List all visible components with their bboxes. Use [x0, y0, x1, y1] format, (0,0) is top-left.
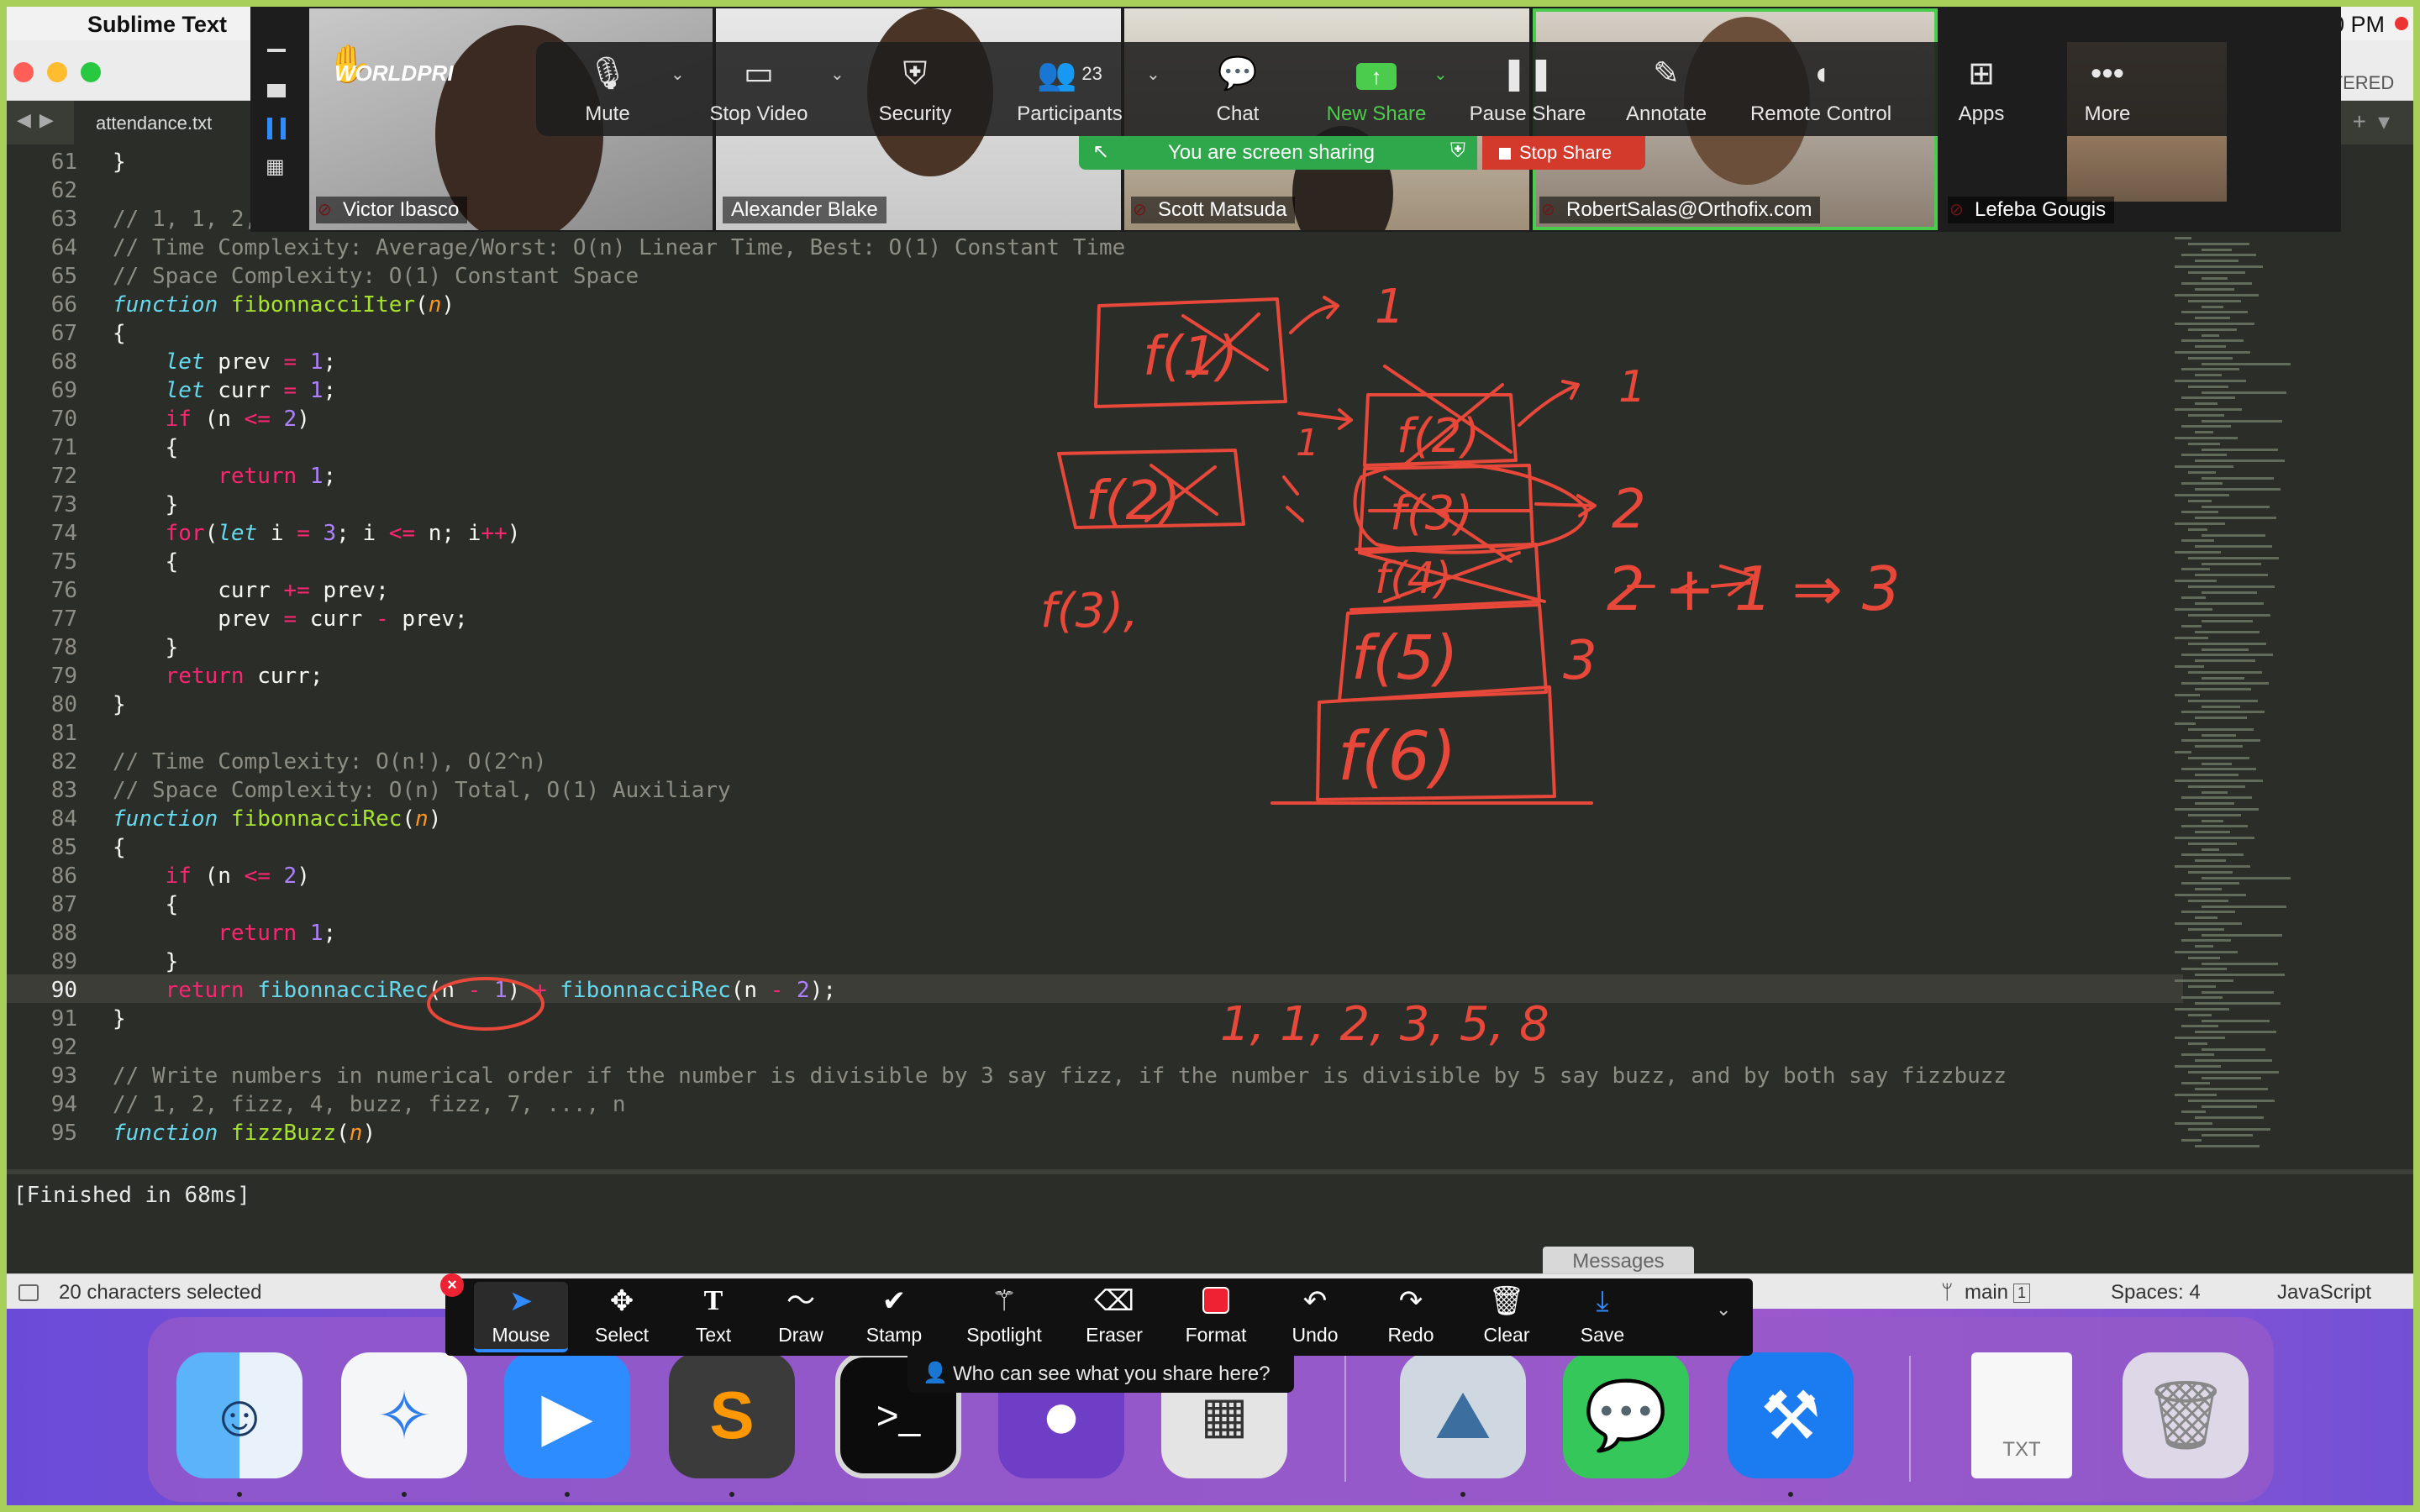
handwritten-note: 1, 1, 2, 3, 5, 8: [1220, 997, 1549, 1052]
handwritten-note: f(2): [1397, 409, 1480, 464]
handwritten-note: 2 + 1 ⇒ 3: [1607, 554, 1901, 624]
annotation-strokes: [427, 296, 1756, 1031]
return-arrow: [1289, 296, 1339, 334]
handwritten-note: f(2): [1086, 470, 1181, 533]
annotation-drawing-layer: f(1) f(2) f(3) f(4) f(5) f(6) f(2) f(3), 1 1 1 2 2 +…: [427, 280, 1901, 1052]
call-tick-marks: [1282, 475, 1304, 522]
handwritten-note: f(3): [1390, 486, 1473, 541]
handwritten-note: 1: [1296, 422, 1319, 465]
handwritten-note: 1: [1618, 362, 1646, 412]
handwritten-note: 3: [1563, 630, 1597, 692]
return-arrow: [1534, 494, 1597, 517]
handwritten-note: f(3),: [1040, 584, 1139, 638]
highlight-circle: [427, 977, 544, 1031]
desktop: Sublime Text 0 PM ◀▶ attendance.txt STER…: [7, 7, 2413, 1505]
return-arrow: [1518, 380, 1580, 427]
handwritten-note: 1: [1375, 280, 1405, 334]
handwritten-note: f(5): [1351, 622, 1458, 693]
handwritten-note: f(6): [1338, 717, 1456, 795]
handwritten-note: f(4): [1375, 554, 1452, 604]
handwritten-note: 2: [1612, 479, 1646, 541]
handwritten-note: f(1): [1143, 326, 1238, 388]
